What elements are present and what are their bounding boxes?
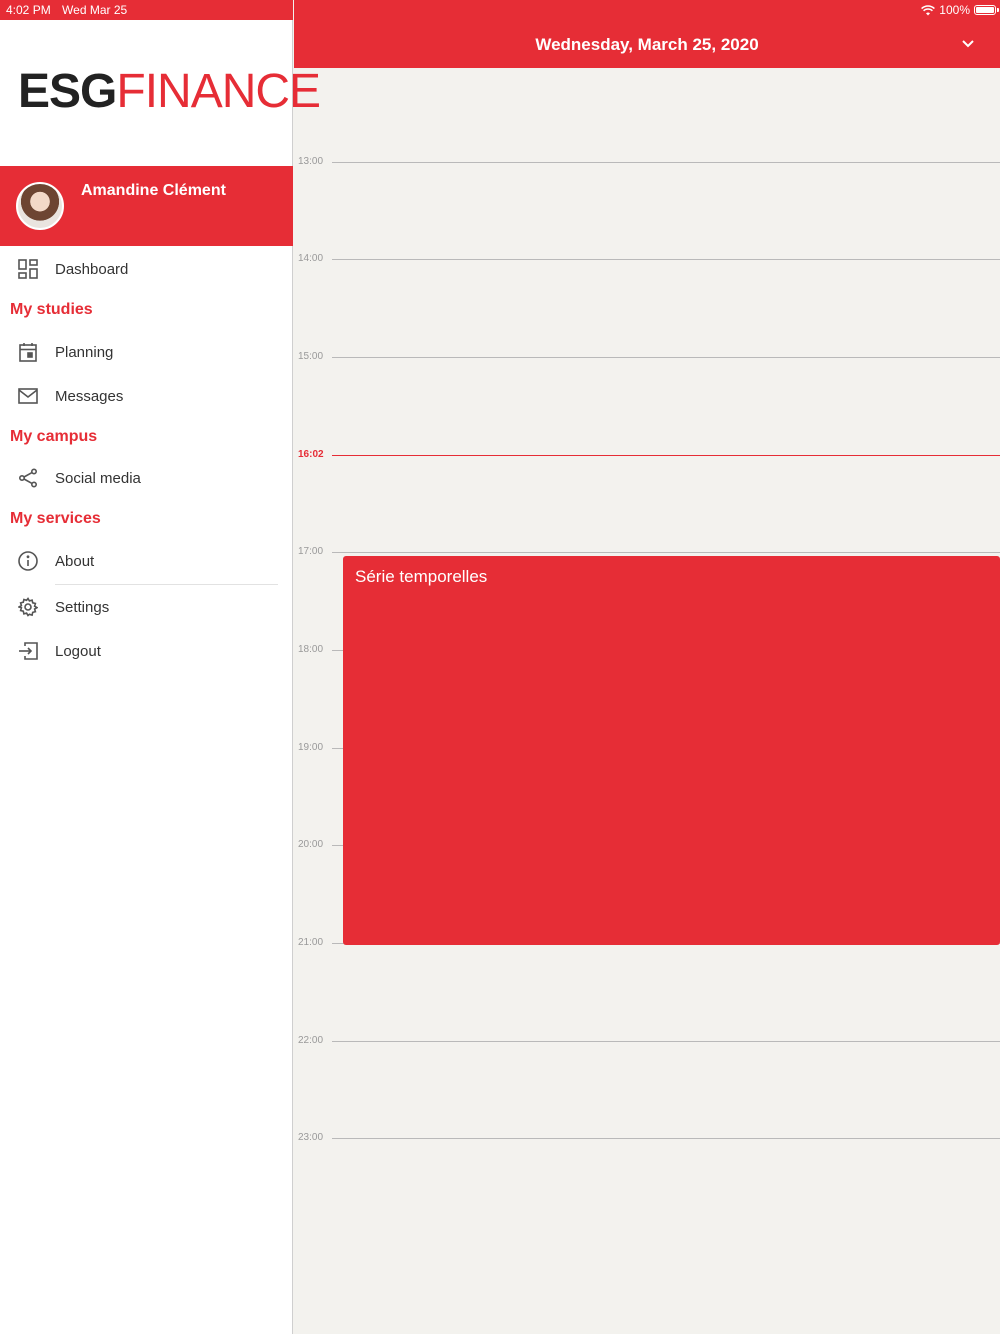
status-left: 4:02 PM Wed Mar 25 — [0, 0, 293, 20]
logout-icon — [19, 642, 38, 660]
current-time-line — [332, 455, 1000, 456]
sidebar-item-planning[interactable]: Planning — [0, 332, 293, 372]
sidebar-item-messages[interactable]: Messages — [0, 376, 293, 416]
envelope-icon — [18, 388, 38, 404]
event-title: Série temporelles — [355, 567, 488, 586]
battery-percent: 100% — [939, 3, 970, 17]
page-title: Wednesday, March 25, 2020 — [535, 35, 759, 54]
hour-row: 23:00 — [294, 1132, 1000, 1146]
hour-label: 14:00 — [298, 253, 324, 264]
current-time-label: 16:02 — [298, 449, 324, 460]
current-time-indicator: 16:02 — [294, 449, 1000, 463]
hour-row: 15:00 — [294, 351, 1000, 365]
sidebar-item-label: Social media — [55, 469, 141, 487]
hour-line — [332, 552, 1000, 553]
chevron-down-icon[interactable] — [960, 36, 976, 52]
sidebar-item-label: Logout — [55, 642, 101, 660]
sidebar-item-dashboard[interactable]: Dashboard — [0, 249, 293, 289]
sidebar-item-social-media[interactable]: Social media — [0, 458, 293, 498]
section-my-studies: My studies — [10, 301, 93, 318]
sidebar: ESGFINANCE Amandine Clément Dashboard My… — [0, 0, 321, 1334]
calendar-icon — [19, 343, 37, 362]
wifi-icon — [921, 4, 936, 15]
hour-label: 20:00 — [298, 839, 324, 850]
sidebar-item-settings[interactable]: Settings — [0, 587, 293, 627]
section-my-services: My services — [10, 510, 101, 527]
hour-line — [332, 162, 1000, 163]
dashboard-icon — [18, 259, 38, 279]
sidebar-item-label: Messages — [55, 387, 124, 405]
sidebar-item-label: Planning — [55, 343, 114, 361]
calendar-event[interactable]: Série temporelles — [343, 556, 1000, 945]
hour-label: 21:00 — [298, 937, 324, 948]
hour-label: 15:00 — [298, 351, 324, 362]
hour-label: 22:00 — [298, 1035, 324, 1046]
hour-line — [332, 1138, 1000, 1139]
hour-label: 19:00 — [298, 742, 324, 753]
sidebar-item-label: Settings — [55, 598, 110, 616]
sidebar-item-label: About — [55, 552, 95, 570]
hour-row: 22:00 — [294, 1035, 1000, 1049]
user-profile-header[interactable]: Amandine Clément — [0, 166, 293, 246]
divider — [55, 584, 278, 585]
hour-label: 18:00 — [298, 644, 324, 655]
hour-line — [332, 1041, 1000, 1042]
hour-label: 23:00 — [298, 1132, 324, 1143]
hour-label: 13:00 — [298, 156, 324, 167]
esg-finance-logo: ESGFINANCE — [18, 65, 321, 118]
status-time: 4:02 PM — [6, 3, 51, 17]
hour-line — [332, 357, 1000, 358]
logo-part-finance: FINANCE — [116, 65, 321, 118]
section-my-campus: My campus — [10, 428, 98, 445]
user-name: Amandine Clément — [81, 182, 226, 199]
sidebar-item-logout[interactable]: Logout — [0, 631, 293, 671]
battery-icon — [974, 5, 999, 15]
sidebar-item-about[interactable]: About — [0, 541, 293, 581]
share-icon — [18, 468, 38, 488]
sidebar-item-label: Dashboard — [55, 260, 129, 278]
hour-line — [332, 259, 1000, 260]
status-date: Wed Mar 25 — [62, 3, 128, 17]
gear-icon — [18, 597, 38, 617]
logo-part-esg: ESG — [18, 65, 117, 118]
avatar — [16, 182, 64, 230]
hour-label: 17:00 — [298, 546, 324, 557]
hour-row: 13:00 — [294, 156, 1000, 170]
status-bar: 4:02 PM Wed Mar 25 100% — [0, 0, 1000, 20]
hour-row: 14:00 — [294, 253, 1000, 267]
info-icon — [18, 551, 38, 571]
status-right: 100% — [921, 3, 999, 17]
